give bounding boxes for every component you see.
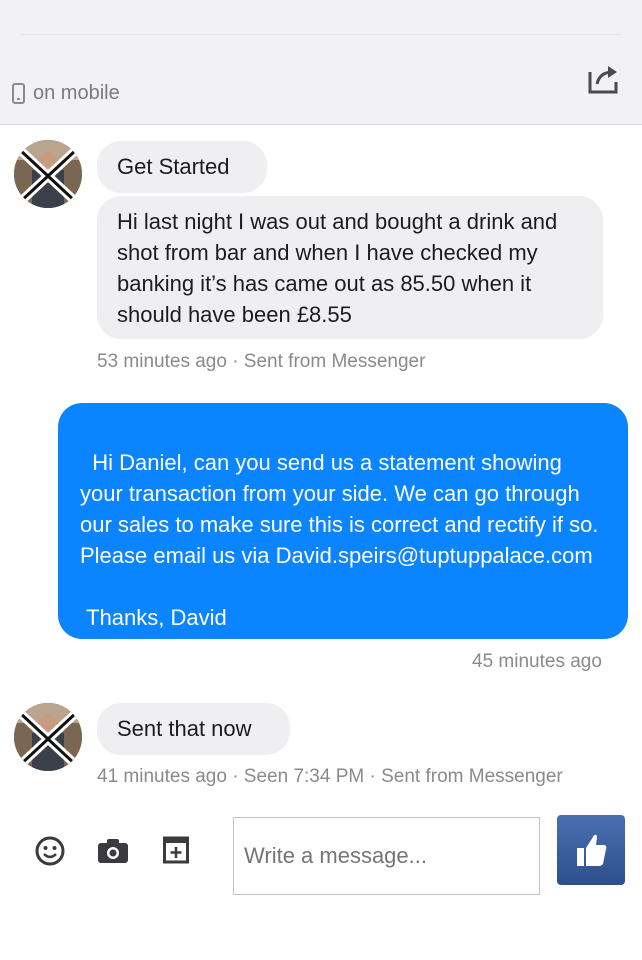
smiley-icon[interactable]: [35, 836, 65, 866]
message-bubble-incoming[interactable]: Hi last night I was out and bought a dri…: [97, 196, 603, 339]
message-text: Hi Daniel, can you send us a statement s…: [80, 450, 599, 630]
header-divider: [20, 34, 622, 35]
contact-avatar[interactable]: [14, 140, 82, 208]
sticker-add-icon[interactable]: [163, 836, 189, 864]
message-bubble-outgoing[interactable]: Hi Daniel, can you send us a statement s…: [58, 403, 628, 639]
avatar-photo: [14, 703, 82, 771]
message-meta: 53 minutes ago · Sent from Messenger: [97, 351, 426, 372]
camera-icon[interactable]: [97, 838, 129, 864]
message-text: Get Started: [117, 154, 230, 179]
share-icon[interactable]: [586, 62, 622, 96]
avatar-photo: [14, 140, 82, 208]
status-text: on mobile: [33, 82, 120, 104]
mobile-phone-icon: [12, 83, 25, 104]
thumbs-up-icon: [577, 834, 607, 866]
conversation-header: on mobile: [0, 0, 642, 125]
message-meta: 41 minutes ago · Seen 7:34 PM · Sent fro…: [97, 766, 563, 787]
message-text: Hi last night I was out and bought a dri…: [117, 209, 558, 327]
contact-avatar[interactable]: [14, 703, 82, 771]
message-input[interactable]: [233, 817, 540, 895]
active-status: on mobile: [12, 82, 120, 105]
message-meta: 45 minutes ago: [472, 651, 602, 672]
message-bubble-incoming[interactable]: Sent that now: [97, 703, 290, 755]
message-bubble-incoming[interactable]: Get Started: [97, 141, 267, 193]
like-button[interactable]: [557, 815, 625, 885]
message-text: Sent that now: [117, 716, 252, 741]
